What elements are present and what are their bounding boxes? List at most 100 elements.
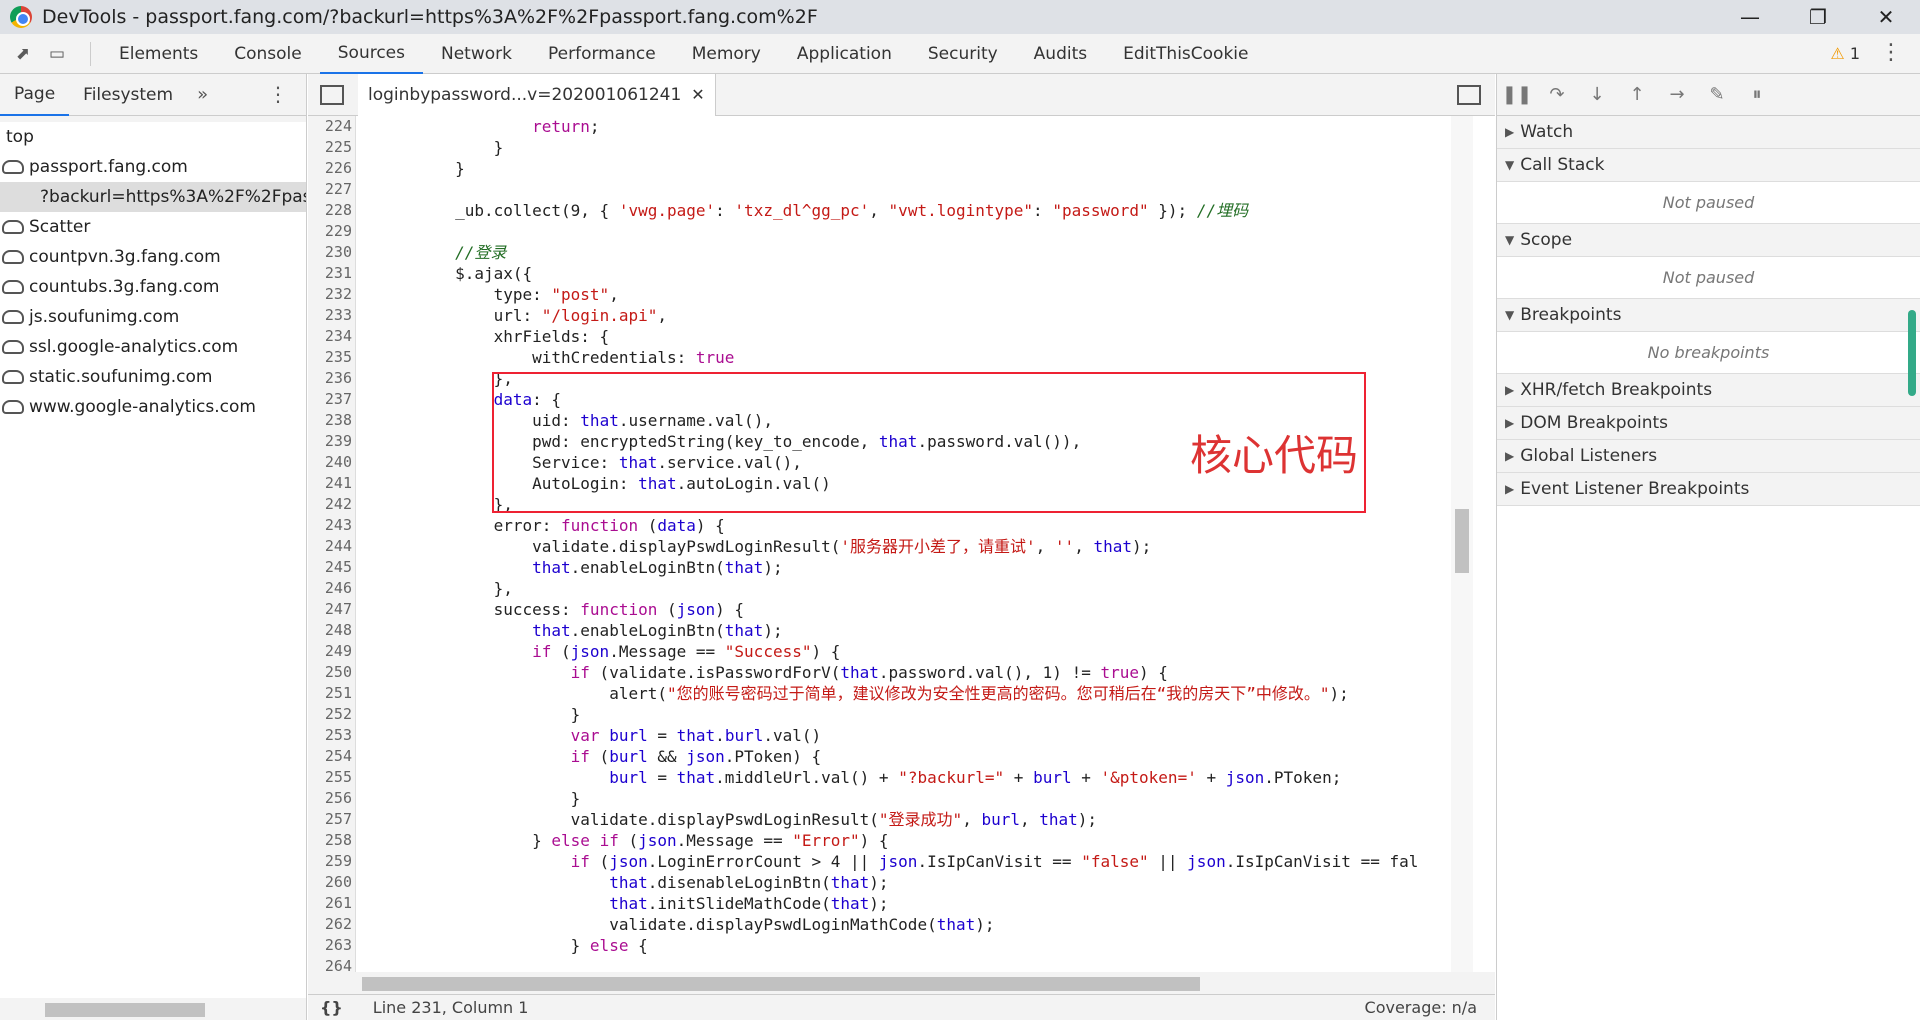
line-number[interactable]: 260 — [308, 872, 352, 893]
line-number[interactable]: 225 — [308, 137, 352, 158]
line-number[interactable]: 246 — [308, 578, 352, 599]
device-toolbar-icon[interactable]: ▭ — [46, 43, 68, 65]
line-number[interactable]: 232 — [308, 284, 352, 305]
pause-on-exceptions-icon[interactable]: ⏸ — [1737, 84, 1777, 105]
tab-performance[interactable]: Performance — [530, 34, 674, 74]
tab-sources[interactable]: Sources — [319, 34, 423, 74]
line-number[interactable]: 257 — [308, 809, 352, 830]
line-number[interactable]: 239 — [308, 431, 352, 452]
section-xhr-fetch-breakpoints[interactable]: ▶ XHR/fetch Breakpoints — [1497, 374, 1920, 407]
section-event-listener-breakpoints[interactable]: ▶ Event Listener Breakpoints — [1497, 473, 1920, 506]
editor-tab[interactable]: loginbypassword...v=202001061241 ✕ — [358, 73, 716, 116]
warning-indicator[interactable]: ⚠ 1 — [1830, 44, 1860, 63]
tree-item[interactable]: Scatter — [0, 212, 306, 242]
line-number[interactable]: 236 — [308, 368, 352, 389]
line-number[interactable]: 250 — [308, 662, 352, 683]
close-window-button[interactable]: ✕ — [1852, 0, 1920, 34]
tree-item[interactable]: passport.fang.com — [0, 152, 306, 182]
navigator-scrollbar[interactable] — [0, 998, 306, 1020]
line-number[interactable]: 253 — [308, 725, 352, 746]
section-dom-breakpoints[interactable]: ▶ DOM Breakpoints — [1497, 407, 1920, 440]
line-number[interactable]: 242 — [308, 494, 352, 515]
deactivate-breakpoints-icon[interactable]: ✎ — [1697, 84, 1737, 105]
tab-editthiscookie[interactable]: EditThisCookie — [1105, 34, 1266, 74]
line-number[interactable]: 237 — [308, 389, 352, 410]
tree-item[interactable]: ssl.google-analytics.com — [0, 332, 306, 362]
tree-item[interactable]: static.soufunimg.com — [0, 362, 306, 392]
line-number[interactable]: 227 — [308, 179, 352, 200]
line-number[interactable]: 252 — [308, 704, 352, 725]
tree-item[interactable]: top — [0, 122, 306, 152]
maximize-button[interactable]: ❐ — [1784, 0, 1852, 34]
line-number[interactable]: 259 — [308, 851, 352, 872]
line-number[interactable]: 258 — [308, 830, 352, 851]
section-call-stack[interactable]: ▼ Call Stack — [1497, 149, 1920, 182]
debugger-scrollbar[interactable] — [1908, 310, 1916, 396]
toggle-navigator-icon[interactable] — [320, 84, 344, 105]
editor-panel: loginbypassword...v=202001061241 ✕ 224 r… — [308, 73, 1495, 1020]
tab-page[interactable]: Page — [0, 74, 70, 116]
line-number[interactable]: 261 — [308, 893, 352, 914]
inspect-element-icon[interactable]: ⬈ — [12, 43, 34, 65]
navigator-menu-icon[interactable]: ⋮ — [268, 82, 288, 106]
line-number[interactable]: 233 — [308, 305, 352, 326]
tree-item[interactable]: www.google-analytics.com — [0, 392, 306, 422]
line-number[interactable]: 251 — [308, 683, 352, 704]
tab-memory[interactable]: Memory — [674, 34, 779, 74]
line-number[interactable]: 249 — [308, 641, 352, 662]
section-breakpoints[interactable]: ▼ Breakpoints — [1497, 299, 1920, 332]
line-number[interactable]: 234 — [308, 326, 352, 347]
line-number[interactable]: 254 — [308, 746, 352, 767]
line-number[interactable]: 240 — [308, 452, 352, 473]
section-scope[interactable]: ▼ Scope — [1497, 224, 1920, 257]
close-tab-icon[interactable]: ✕ — [691, 85, 704, 104]
line-number[interactable]: 264 — [308, 956, 352, 972]
line-number[interactable]: 229 — [308, 221, 352, 242]
tree-item[interactable]: ?backurl=https%3A%2F%2Fpassp — [0, 182, 306, 212]
line-number[interactable]: 256 — [308, 788, 352, 809]
line-number[interactable]: 238 — [308, 410, 352, 431]
line-number[interactable]: 241 — [308, 473, 352, 494]
line-number[interactable]: 231 — [308, 263, 352, 284]
step-out-icon[interactable]: ↑ — [1617, 84, 1657, 105]
tab-console[interactable]: Console — [216, 34, 320, 74]
tree-item-label: passport.fang.com — [29, 157, 188, 177]
pause-icon[interactable]: ❚❚ — [1497, 84, 1537, 105]
pretty-print-button[interactable]: {} — [320, 998, 343, 1017]
line-number[interactable]: 262 — [308, 914, 352, 935]
line-number[interactable]: 243 — [308, 515, 352, 536]
tab-filesystem[interactable]: Filesystem — [69, 74, 187, 116]
triangle-right-icon: ▶ — [1505, 125, 1515, 139]
tab-elements[interactable]: Elements — [101, 34, 216, 74]
section-watch[interactable]: ▶ Watch — [1497, 116, 1920, 149]
line-number[interactable]: 244 — [308, 536, 352, 557]
line-number[interactable]: 247 — [308, 599, 352, 620]
tree-item[interactable]: countpvn.3g.fang.com — [0, 242, 306, 272]
tab-application[interactable]: Application — [779, 34, 910, 74]
toggle-debugger-icon[interactable] — [1457, 85, 1481, 105]
code-horizontal-scrollbar[interactable] — [308, 972, 1495, 994]
tree-item[interactable]: countubs.3g.fang.com — [0, 272, 306, 302]
line-number[interactable]: 228 — [308, 200, 352, 221]
settings-menu-icon[interactable]: ⋮ — [1880, 40, 1902, 65]
line-number[interactable]: 255 — [308, 767, 352, 788]
code-view[interactable]: 224 return; 225 } 226 } 227 228 _ub.collect(… — [308, 116, 1473, 972]
line-number[interactable]: 245 — [308, 557, 352, 578]
tab-audits[interactable]: Audits — [1016, 34, 1105, 74]
section-global-listeners[interactable]: ▶ Global Listeners — [1497, 440, 1920, 473]
tab-security[interactable]: Security — [910, 34, 1016, 74]
minimize-button[interactable]: — — [1716, 0, 1784, 34]
line-number[interactable]: 224 — [308, 116, 352, 137]
step-icon[interactable]: → — [1657, 84, 1697, 105]
line-number[interactable]: 226 — [308, 158, 352, 179]
tab-network[interactable]: Network — [423, 34, 530, 74]
line-number[interactable]: 230 — [308, 242, 352, 263]
step-over-icon[interactable]: ↷ — [1537, 84, 1577, 105]
line-number[interactable]: 263 — [308, 935, 352, 956]
line-number[interactable]: 235 — [308, 347, 352, 368]
tree-item[interactable]: js.soufunimg.com — [0, 302, 306, 332]
more-tabs-icon[interactable]: » — [197, 84, 208, 105]
line-number[interactable]: 248 — [308, 620, 352, 641]
step-into-icon[interactable]: ↓ — [1577, 84, 1617, 105]
code-vertical-scrollbar[interactable] — [1451, 116, 1473, 972]
